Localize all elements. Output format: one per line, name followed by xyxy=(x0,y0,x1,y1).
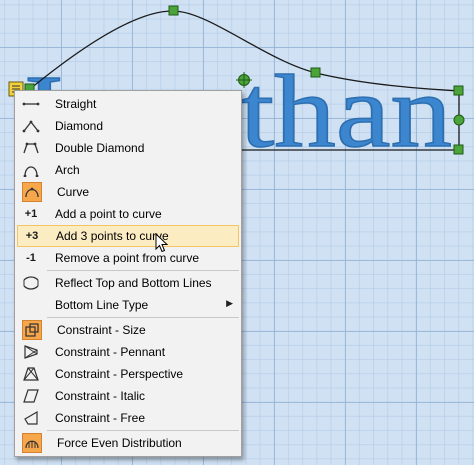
menu-item-label: Constraint - Free xyxy=(55,411,146,425)
menu-item-constraint-size[interactable]: Constraint - Size xyxy=(17,319,239,341)
constraint-perspective-icon xyxy=(20,364,42,384)
double-diamond-icon xyxy=(20,138,42,158)
menu-item-label: Arch xyxy=(55,163,80,177)
plus-one-icon: +1 xyxy=(24,208,38,220)
menu-item-label: Constraint - Size xyxy=(57,323,146,337)
menu-item-label: Diamond xyxy=(55,119,104,133)
menu-item-label: Force Even Distribution xyxy=(57,436,182,450)
minus-one-icon: -1 xyxy=(26,252,36,264)
menu-item-constraint-italic[interactable]: Constraint - Italic xyxy=(17,385,239,407)
menu-item-force-even-distribution[interactable]: Force Even Distribution xyxy=(17,432,239,454)
menu-item-label: Add 3 points to curve xyxy=(56,229,169,243)
menu-item-double-diamond[interactable]: Double Diamond xyxy=(17,137,239,159)
menu-item-label: Add a point to curve xyxy=(55,207,162,221)
constraint-free-icon xyxy=(20,408,42,428)
arch-icon xyxy=(20,160,42,180)
submenu-arrow-icon: ▶ xyxy=(226,298,233,308)
curve-handle[interactable] xyxy=(310,67,321,78)
menu-item-remove-point[interactable]: -1 Remove a point from curve xyxy=(17,247,239,269)
curve-handle[interactable] xyxy=(453,144,464,155)
menu-item-label: Curve xyxy=(57,185,90,199)
context-menu: Straight Diamond Double Diamond Arch Cur… xyxy=(14,90,242,457)
menu-separator xyxy=(47,270,239,271)
menu-item-label: Straight xyxy=(55,97,97,111)
menu-item-label: Constraint - Pennant xyxy=(55,345,166,359)
menu-item-curve[interactable]: Curve xyxy=(17,181,239,203)
menu-item-straight[interactable]: Straight xyxy=(17,93,239,115)
menu-item-bottom-line-type[interactable]: Bottom Line Type ▶ xyxy=(17,294,239,316)
menu-item-reflect[interactable]: Reflect Top and Bottom Lines xyxy=(17,272,239,294)
force-even-distribution-icon xyxy=(22,433,42,453)
menu-item-constraint-free[interactable]: Constraint - Free xyxy=(17,407,239,429)
menu-item-label: Reflect Top and Bottom Lines xyxy=(55,276,212,290)
menu-item-constraint-pennant[interactable]: Constraint - Pennant xyxy=(17,341,239,363)
menu-separator xyxy=(47,430,239,431)
menu-item-label: Constraint - Perspective xyxy=(55,367,184,381)
menu-separator xyxy=(47,317,239,318)
menu-item-label: Constraint - Italic xyxy=(55,389,146,403)
menu-item-label: Bottom Line Type xyxy=(55,298,149,312)
menu-item-label: Remove a point from curve xyxy=(55,251,200,265)
plus-three-icon: +3 xyxy=(25,230,39,242)
constraint-pennant-icon xyxy=(20,342,42,362)
straight-line-icon xyxy=(20,94,42,114)
mouse-cursor-icon xyxy=(155,233,169,253)
diamond-icon xyxy=(20,116,42,136)
menu-item-label: Double Diamond xyxy=(55,141,145,155)
constraint-italic-icon xyxy=(20,386,42,406)
curve-handle[interactable] xyxy=(453,85,464,96)
menu-item-add-point[interactable]: +1 Add a point to curve xyxy=(17,203,239,225)
curve-icon xyxy=(22,182,42,202)
menu-item-add-3-points[interactable]: +3 Add 3 points to curve xyxy=(17,225,239,247)
menu-item-arch[interactable]: Arch xyxy=(17,159,239,181)
reflect-icon xyxy=(20,273,42,293)
curve-handle[interactable] xyxy=(453,114,465,126)
curve-handle[interactable] xyxy=(168,5,179,16)
constraint-size-icon xyxy=(22,320,42,340)
menu-item-diamond[interactable]: Diamond xyxy=(17,115,239,137)
menu-item-constraint-perspective[interactable]: Constraint - Perspective xyxy=(17,363,239,385)
